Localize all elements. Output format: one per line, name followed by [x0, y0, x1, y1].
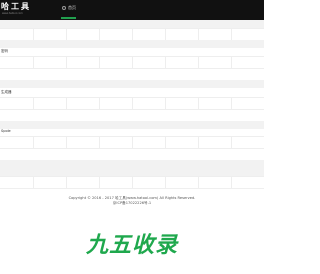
tool-cell[interactable] — [99, 137, 133, 148]
tool-cell[interactable] — [132, 177, 166, 188]
tool-row — [0, 148, 264, 160]
tool-cell[interactable] — [66, 177, 100, 188]
tool-cell[interactable] — [132, 57, 166, 68]
tool-row — [0, 97, 264, 109]
tool-cell[interactable] — [0, 177, 34, 188]
watermark-logo: 九五收录 — [85, 233, 178, 258]
section-title: 密码 — [1, 49, 8, 53]
tool-row — [0, 56, 264, 68]
tool-cell[interactable] — [33, 137, 67, 148]
tool-cell[interactable] — [66, 29, 100, 40]
tool-cell[interactable] — [99, 98, 133, 109]
section-gap — [0, 20, 264, 28]
icp-link[interactable]: 京ICP备17022226号-1 — [0, 201, 264, 206]
tool-cell[interactable] — [165, 98, 199, 109]
tool-cell[interactable] — [0, 57, 34, 68]
tool-cell[interactable] — [66, 98, 100, 109]
tool-cell[interactable] — [165, 29, 199, 40]
tool-row — [0, 176, 264, 188]
tool-cell[interactable] — [33, 98, 67, 109]
header: 哈工具 www.hatool.com 首页 — [0, 0, 264, 20]
tool-cell[interactable] — [132, 137, 166, 148]
tool-cell[interactable] — [99, 177, 133, 188]
nav-item-label: 首页 — [68, 5, 76, 10]
tool-cell[interactable] — [99, 29, 133, 40]
logo-text: 哈工具 — [1, 2, 31, 11]
footer: Copyright © 2016 - 2017 哈工具(www.hatool.c… — [0, 188, 264, 274]
tool-cell[interactable] — [198, 98, 232, 109]
nav-active-indicator — [61, 17, 76, 19]
tool-cell[interactable] — [33, 177, 67, 188]
tool-row — [0, 28, 264, 40]
tool-cell[interactable] — [198, 177, 232, 188]
section-title: 生成器 — [1, 90, 12, 94]
tool-cell[interactable] — [198, 137, 232, 148]
site-logo[interactable]: 哈工具 www.hatool.com — [1, 1, 35, 18]
logo-subtext: www.hatool.com — [2, 12, 23, 15]
section-title: Spole — [1, 129, 11, 133]
tool-row — [0, 68, 264, 80]
tool-row — [0, 109, 264, 121]
tool-cell[interactable] — [132, 29, 166, 40]
tool-cell[interactable] — [99, 57, 133, 68]
tool-cell[interactable] — [165, 137, 199, 148]
home-icon — [62, 6, 66, 10]
page: 哈工具 www.hatool.com 首页 密码 生成器 Spole Copyr… — [0, 0, 264, 274]
tool-cell[interactable] — [33, 57, 67, 68]
tool-cell[interactable] — [66, 137, 100, 148]
section-gap — [0, 160, 264, 176]
tool-cell[interactable] — [198, 29, 232, 40]
tool-cell[interactable] — [165, 57, 199, 68]
tool-cell[interactable] — [198, 57, 232, 68]
nav-item-home[interactable]: 首页 — [61, 0, 76, 20]
tool-cell[interactable] — [132, 98, 166, 109]
tool-cell[interactable] — [0, 137, 34, 148]
tool-cell[interactable] — [66, 57, 100, 68]
tool-cell[interactable] — [0, 98, 34, 109]
section-gap — [0, 40, 264, 48]
section-gap — [0, 80, 264, 88]
section-gap — [0, 121, 264, 129]
tool-row — [0, 136, 264, 148]
tool-cell[interactable] — [33, 29, 67, 40]
tool-cell[interactable] — [165, 177, 199, 188]
tool-cell[interactable] — [0, 29, 34, 40]
